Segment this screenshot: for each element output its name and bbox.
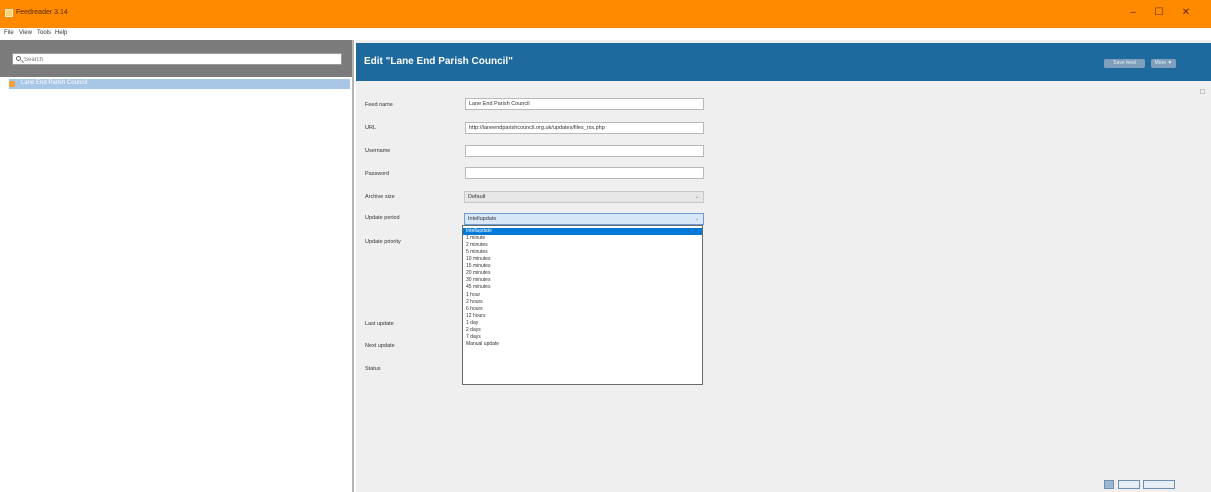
dropdown-option[interactable]: 6 hours: [463, 306, 702, 313]
search-area: [0, 40, 352, 77]
list-view-icon[interactable]: [1104, 480, 1114, 489]
split-view-icon[interactable]: [1118, 480, 1140, 489]
update-period-label: Update period: [365, 215, 400, 221]
dropdown-option[interactable]: 15 minutes: [463, 263, 702, 270]
menu-tools[interactable]: Tools: [37, 30, 51, 36]
chevron-down-icon: ⌄: [694, 194, 699, 200]
edit-header: Edit "Lane End Parish Council" Save feed…: [356, 43, 1211, 81]
update-period-dropdown: Intellupdate 1 minute 2 minutes 5 minute…: [462, 225, 703, 385]
url-label: URL: [365, 125, 377, 131]
pin-icon[interactable]: [1200, 89, 1205, 94]
menu-view[interactable]: View: [19, 30, 32, 36]
url-field[interactable]: [465, 122, 704, 134]
status-bar: [0, 476, 1211, 492]
dropdown-option[interactable]: Intellupdate: [463, 228, 702, 235]
dropdown-option[interactable]: 7 days: [463, 334, 702, 341]
rss-feed-icon: [9, 81, 15, 87]
archive-size-select[interactable]: Default ⌄: [464, 191, 704, 203]
feed-name-label: Feed name: [365, 102, 393, 108]
dropdown-option[interactable]: 12 hours: [463, 313, 702, 320]
dropdown-option[interactable]: 1 minute: [463, 235, 702, 242]
column-view-icon[interactable]: [1143, 480, 1175, 489]
sidebar: Lane End Parish Council: [0, 40, 354, 492]
username-label: Username: [365, 148, 391, 154]
dropdown-option[interactable]: 45 minutes: [463, 284, 702, 291]
dropdown-option[interactable]: 5 minutes: [463, 249, 702, 256]
maximize-button[interactable]: ☐: [1152, 7, 1166, 19]
dropdown-option[interactable]: 30 minutes: [463, 277, 702, 284]
feed-name-field[interactable]: [465, 98, 704, 110]
more-button[interactable]: More ▼: [1151, 59, 1176, 68]
save-feed-button[interactable]: Save feed: [1104, 59, 1145, 68]
dropdown-option[interactable]: 2 minutes: [463, 242, 702, 249]
search-icon: [16, 56, 21, 61]
search-input[interactable]: [24, 55, 324, 64]
dropdown-option[interactable]: 1 day: [463, 320, 702, 327]
page-title: Edit "Lane End Parish Council": [364, 56, 513, 67]
dropdown-option[interactable]: 20 minutes: [463, 270, 702, 277]
dropdown-option[interactable]: Manual update: [463, 341, 702, 348]
update-period-value: Intellupdate: [468, 216, 497, 222]
sidebar-item-label: Lane End Parish Council: [21, 80, 88, 86]
password-field[interactable]: [465, 167, 704, 179]
dropdown-option[interactable]: 10 minutes: [463, 256, 702, 263]
dropdown-option[interactable]: 1 hour: [463, 292, 702, 299]
title-bar[interactable]: Feedreader 3.14 – ☐ ✕: [0, 0, 1211, 28]
menu-bar: File View Tools Help: [0, 28, 1211, 40]
chevron-down-icon: ⌄: [694, 216, 699, 222]
minimize-button[interactable]: –: [1126, 7, 1140, 19]
close-button[interactable]: ✕: [1179, 7, 1193, 19]
last-update-label: Last update: [365, 321, 394, 327]
dropdown-option[interactable]: 2 hours: [463, 299, 702, 306]
dropdown-option[interactable]: 2 days: [463, 327, 702, 334]
archive-size-label: Archive size: [365, 194, 395, 200]
window-title: Feedreader 3.14: [16, 9, 68, 16]
search-box[interactable]: [12, 53, 342, 65]
sidebar-item-feed[interactable]: Lane End Parish Council: [9, 79, 350, 89]
menu-file[interactable]: File: [4, 30, 14, 36]
status-label: Status: [365, 366, 381, 372]
app-logo-icon: [5, 9, 13, 17]
menu-help[interactable]: Help: [55, 30, 67, 36]
password-label: Password: [365, 171, 390, 177]
update-period-select[interactable]: Intellupdate ⌄: [464, 213, 704, 225]
username-field[interactable]: [465, 145, 704, 157]
archive-size-value: Default: [468, 194, 486, 200]
next-update-label: Next update: [365, 343, 395, 349]
update-priority-label: Update priority: [365, 239, 401, 245]
